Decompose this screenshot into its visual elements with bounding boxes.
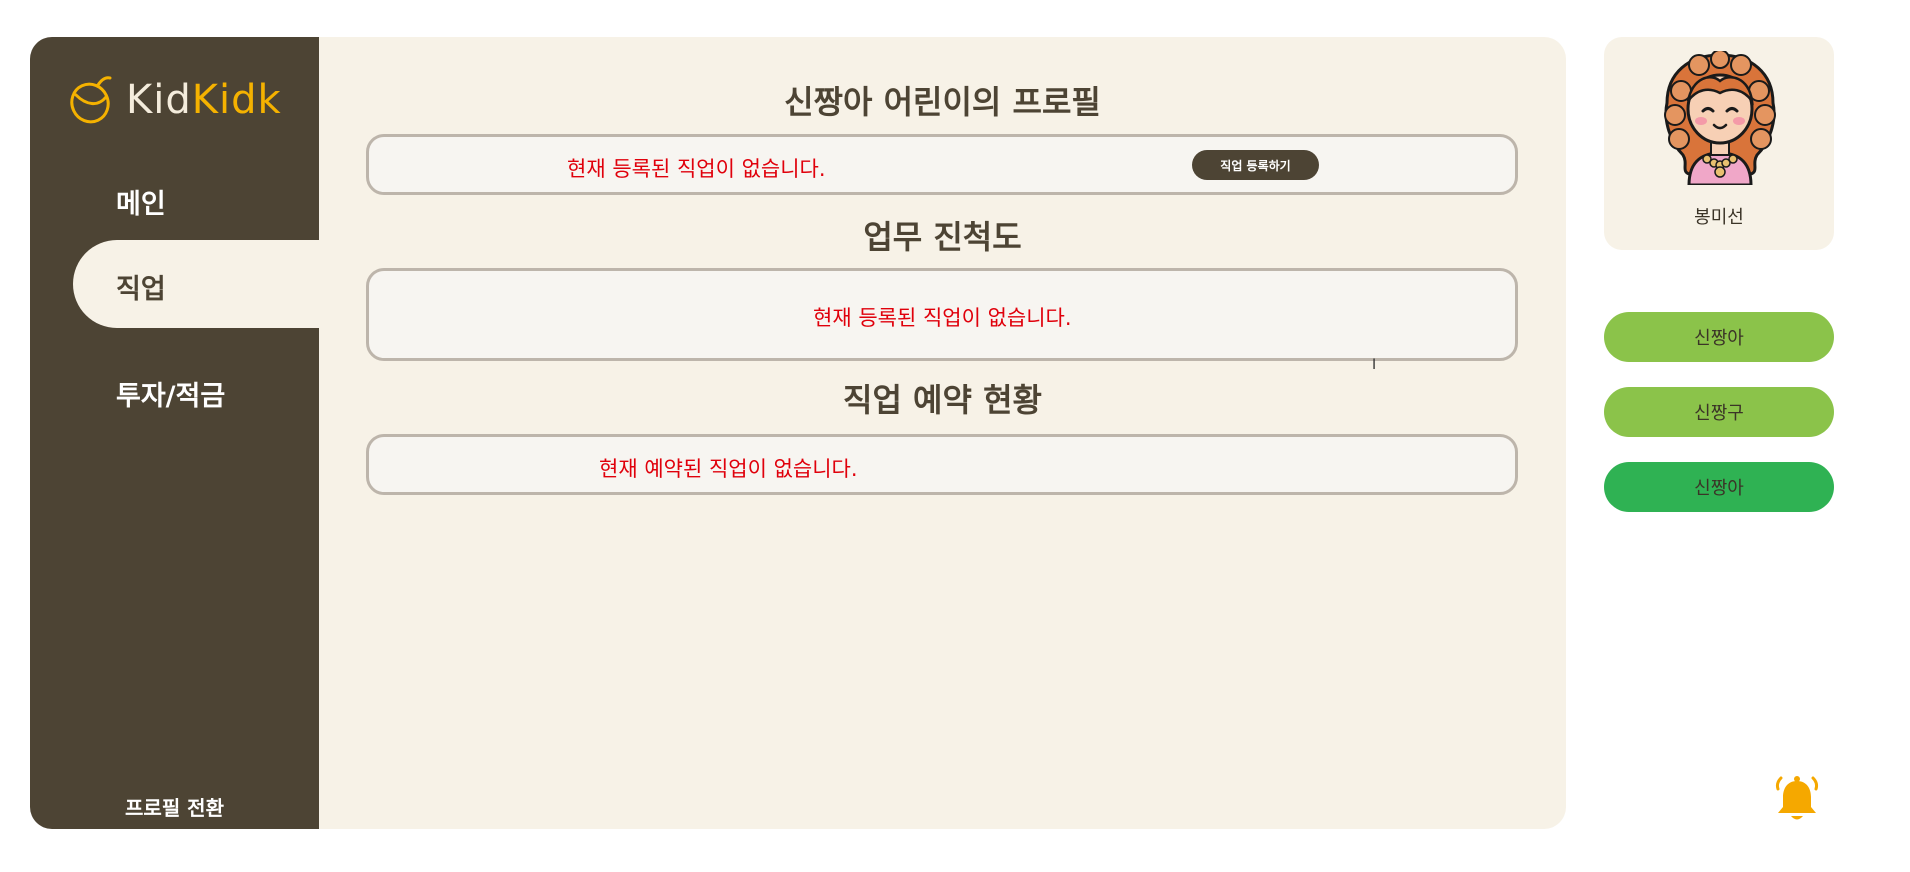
text-cursor-icon: I [1372,357,1377,373]
sidebar-item-job[interactable]: 직업 [73,240,319,328]
child-button-1[interactable]: 신짱아 [1604,312,1834,362]
sidebar-item-main[interactable]: 메인 [116,182,166,221]
progress-card: 현재 등록된 직업이 없습니다. [366,268,1518,361]
parent-profile-card[interactable]: 봉미선 [1604,37,1834,250]
parent-name: 봉미선 [1694,207,1744,228]
reservation-title: 직업 예약 현황 [843,381,1042,419]
child-button-3-selected[interactable]: 신짱아 [1604,462,1834,512]
main-content: 신짱아 어린이의 프로필 현재 등록된 직업이 없습니다. 직업 등록하기 업무… [319,37,1566,829]
progress-message: 현재 등록된 직업이 없습니다. [813,306,1072,330]
sidebar-item-job-label: 직업 [116,274,166,305]
job-status-card: 현재 등록된 직업이 없습니다. 직업 등록하기 [366,134,1518,195]
girl-avatar-icon [1664,51,1776,185]
bell-icon[interactable] [1772,775,1822,825]
profile-title: 신짱아 어린이의 프로필 [784,83,1101,121]
job-status-message: 현재 등록된 직업이 없습니다. [567,157,826,181]
sidebar-item-invest[interactable]: 투자/적금 [116,374,225,413]
acorn-logo-icon [70,76,112,124]
profile-switch-button[interactable]: 프로필 전환 [30,792,319,821]
reservation-card: 현재 예약된 직업이 없습니다. [366,434,1518,495]
child-button-2[interactable]: 신짱구 [1604,387,1834,437]
logo-text: KidKidk [126,77,282,123]
progress-title: 업무 진척도 [863,218,1022,256]
reservation-message: 현재 예약된 직업이 없습니다. [599,457,858,481]
logo[interactable]: KidKidk [68,74,282,126]
logo-text-part1: Kid [126,77,192,123]
register-job-button[interactable]: 직업 등록하기 [1192,150,1319,180]
app-window: KidKidk 메인 직업 투자/적금 프로필 전환 신짱아 어린이의 프로필 … [30,37,1566,829]
logo-text-part2: Kidk [191,77,282,123]
sidebar: KidKidk 메인 직업 투자/적금 프로필 전환 [30,37,319,829]
